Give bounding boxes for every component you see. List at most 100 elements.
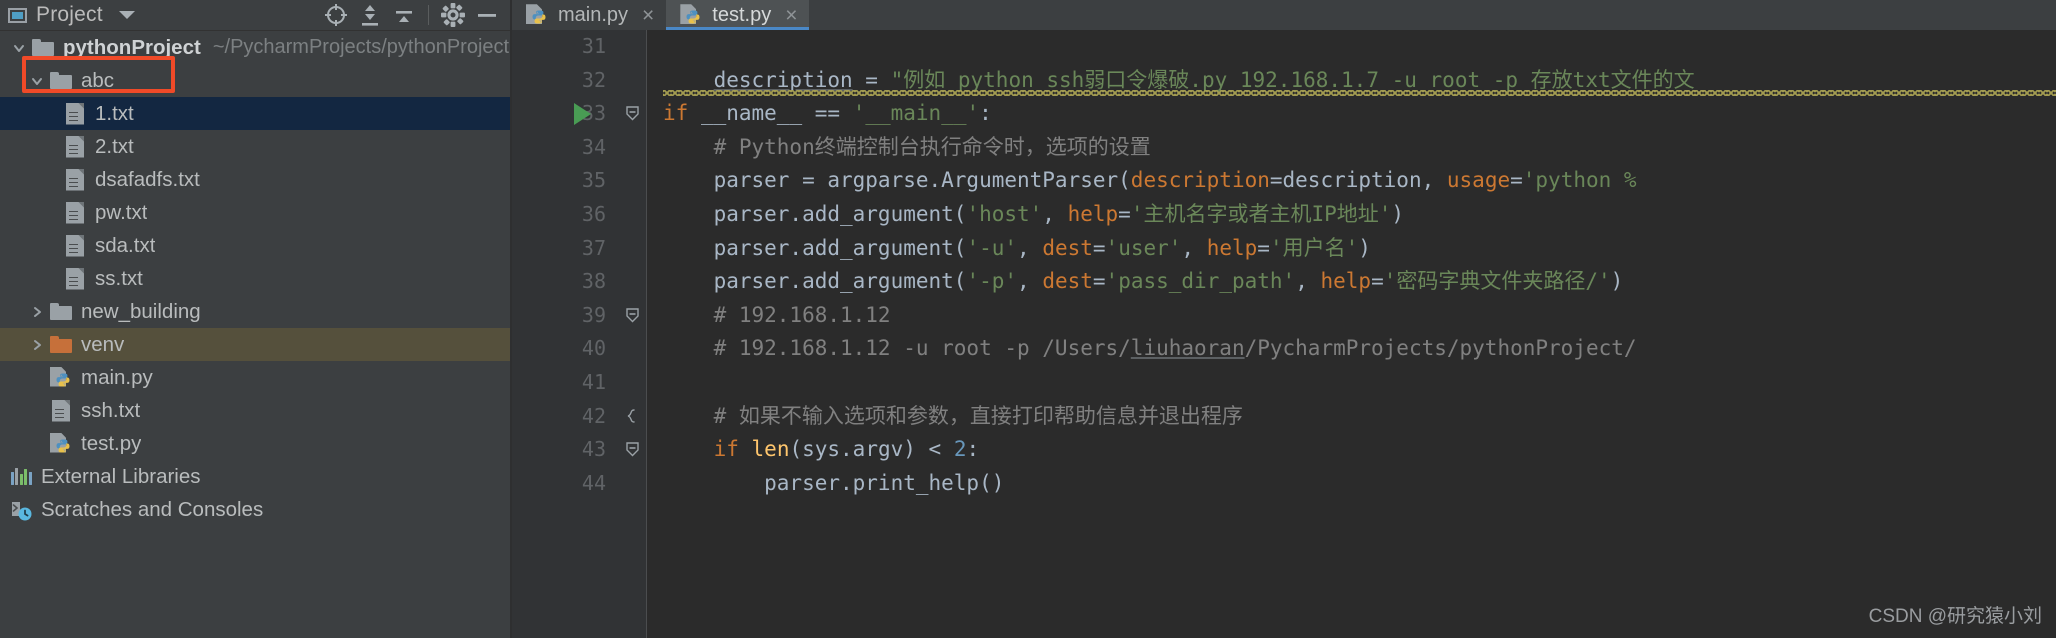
- line-number: 42: [581, 403, 606, 428]
- tree-row-dsafadfs-txt[interactable]: dsafadfs.txt: [0, 163, 510, 196]
- code-line[interactable]: # 如果不输入选项和参数，直接打印帮助信息并退出程序: [647, 400, 2056, 434]
- code-token: dest: [1042, 269, 1093, 294]
- tree-row-main-py[interactable]: main.py: [0, 361, 510, 394]
- code-line[interactable]: parser.add_argument('-p', dest='pass_dir…: [647, 265, 2056, 299]
- tab-main-py[interactable]: main.py ×: [512, 0, 667, 30]
- code-line[interactable]: [647, 30, 2056, 64]
- tree-row-ssh-txt[interactable]: ssh.txt: [0, 394, 510, 427]
- project-file-tree[interactable]: pythonProject ~/PycharmProjects/pythonPr…: [0, 31, 510, 638]
- tree-item-label: sda.txt: [95, 233, 156, 257]
- code-line[interactable]: parser.add_argument('host', help='主机名字或者…: [647, 198, 2056, 232]
- fold-toggle-icon[interactable]: [625, 308, 640, 323]
- code-token: parser.add_argument(: [663, 269, 967, 294]
- code-folding-strip[interactable]: [620, 30, 647, 638]
- line-number: 43: [581, 437, 606, 462]
- chevron-right-icon[interactable]: [26, 328, 48, 361]
- tree-item-label: dsafadfs.txt: [95, 167, 200, 191]
- code-token: if: [713, 437, 739, 462]
- python-file-icon: [526, 4, 548, 27]
- folder-icon: [30, 31, 56, 64]
- folder-icon: [48, 295, 74, 328]
- code-line[interactable]: parser.print_help(): [647, 467, 2056, 501]
- chevron-right-icon[interactable]: [26, 295, 48, 328]
- code-token: # 192.168.1.12 -u root -p /Users/: [663, 336, 1131, 361]
- panel-title: Project: [36, 3, 103, 26]
- collapse-all-icon[interactable]: [387, 0, 421, 30]
- chevron-down-icon[interactable]: [118, 11, 135, 19]
- code-token: 'host': [966, 201, 1043, 226]
- code-line[interactable]: parser.add_argument('-u', dest='user', h…: [647, 232, 2056, 266]
- code-line[interactable]: if __name__ == '__main__':: [647, 97, 2056, 131]
- code-token: parser.print_help(): [663, 470, 1005, 495]
- code-content[interactable]: description = "例如 python ssh弱口令爆破.py 192…: [647, 30, 2056, 638]
- watermark-label: CSDN @研究猿小刘: [1868, 606, 2042, 627]
- tree-row-ss-txt[interactable]: ss.txt: [0, 262, 510, 295]
- tree-row-1-txt[interactable]: 1.txt: [0, 97, 510, 130]
- tree-row-abc[interactable]: abc: [0, 64, 510, 97]
- text-file-icon: [62, 196, 88, 229]
- fold-toggle-icon[interactable]: [625, 106, 640, 121]
- code-token: ,: [1017, 269, 1043, 294]
- expand-all-icon[interactable]: [353, 0, 387, 30]
- code-token: '用户名': [1269, 235, 1359, 260]
- tree-row-2-txt[interactable]: 2.txt: [0, 130, 510, 163]
- code-token: if: [663, 101, 689, 126]
- tree-row-pythonproject[interactable]: pythonProject ~/PycharmProjects/pythonPr…: [0, 31, 510, 64]
- tree-row-test-py[interactable]: test.py: [0, 427, 510, 460]
- chevron-down-icon[interactable]: [26, 64, 48, 97]
- code-line[interactable]: if len(sys.argv) < 2:: [647, 433, 2056, 467]
- fold-toggle-icon[interactable]: [625, 442, 640, 457]
- fold-toggle-icon[interactable]: [625, 408, 640, 424]
- close-icon[interactable]: ×: [642, 5, 654, 26]
- code-token: ): [1391, 201, 1405, 226]
- code-token: parser.add_argument(: [663, 235, 967, 260]
- tree-row-sda-txt[interactable]: sda.txt: [0, 229, 510, 262]
- text-file-icon: [62, 97, 88, 130]
- locate-target-icon[interactable]: [319, 0, 353, 30]
- code-line[interactable]: parser = argparse.ArgumentParser(descrip…: [647, 164, 2056, 198]
- tree-row-venv[interactable]: venv: [0, 328, 510, 361]
- code-token: len: [751, 437, 790, 462]
- close-icon[interactable]: ×: [785, 5, 797, 26]
- code-line[interactable]: # 192.168.1.12: [647, 299, 2056, 333]
- libraries-icon: [8, 460, 34, 493]
- code-token: '__main__': [852, 101, 980, 126]
- code-token: ): [1610, 269, 1624, 294]
- text-file-icon: [62, 163, 88, 196]
- code-token: 2: [953, 437, 967, 462]
- settings-gear-icon[interactable]: [436, 0, 470, 30]
- chevron-down-icon[interactable]: [8, 31, 30, 64]
- text-file-icon: [48, 394, 74, 427]
- code-token: __name__: [688, 101, 815, 126]
- code-token: '密码字典文件夹路径/': [1383, 269, 1611, 294]
- editor-tab-bar: main.py × test.py ×: [512, 0, 2056, 30]
- code-line[interactable]: # 192.168.1.12 -u root -p /Users/liuhaor…: [647, 332, 2056, 366]
- code-token: =description,: [1269, 168, 1447, 193]
- code-line[interactable]: [647, 366, 2056, 400]
- tree-row-new-building[interactable]: new_building: [0, 295, 510, 328]
- code-token: # 192.168.1.12: [663, 302, 891, 327]
- code-token: ,: [1017, 235, 1043, 260]
- tree-item-label: new_building: [81, 299, 201, 323]
- code-line[interactable]: # Python终端控制台执行命令时，选项的设置: [647, 131, 2056, 165]
- code-token: ): [1358, 235, 1371, 260]
- line-number-gutter[interactable]: 31 32 33 34 35 36 37 38 39 40 41 42 43 44: [512, 30, 620, 638]
- tab-test-py[interactable]: test.py ×: [666, 0, 810, 30]
- code-token: help: [1206, 235, 1258, 260]
- code-token: # 如果不输入选项和参数，直接打印帮助信息并退出程序: [663, 403, 1243, 428]
- line-number: 34: [581, 134, 606, 159]
- code-token: =: [1118, 201, 1131, 226]
- code-token: 'pass_dir_path': [1105, 269, 1296, 294]
- tree-row-external-libraries[interactable]: External Libraries: [0, 460, 510, 493]
- run-gutter-icon[interactable]: [574, 103, 591, 126]
- hide-panel-icon[interactable]: [470, 0, 504, 30]
- tree-row-scratches-and-consoles[interactable]: Scratches and Consoles: [0, 493, 510, 526]
- tree-item-label: Scratches and Consoles: [41, 497, 264, 521]
- text-file-icon: [62, 130, 88, 163]
- line-number: 44: [581, 470, 606, 495]
- tree-row-pw-txt[interactable]: pw.txt: [0, 196, 510, 229]
- project-window-icon: [8, 7, 27, 23]
- header-divider: [428, 5, 429, 25]
